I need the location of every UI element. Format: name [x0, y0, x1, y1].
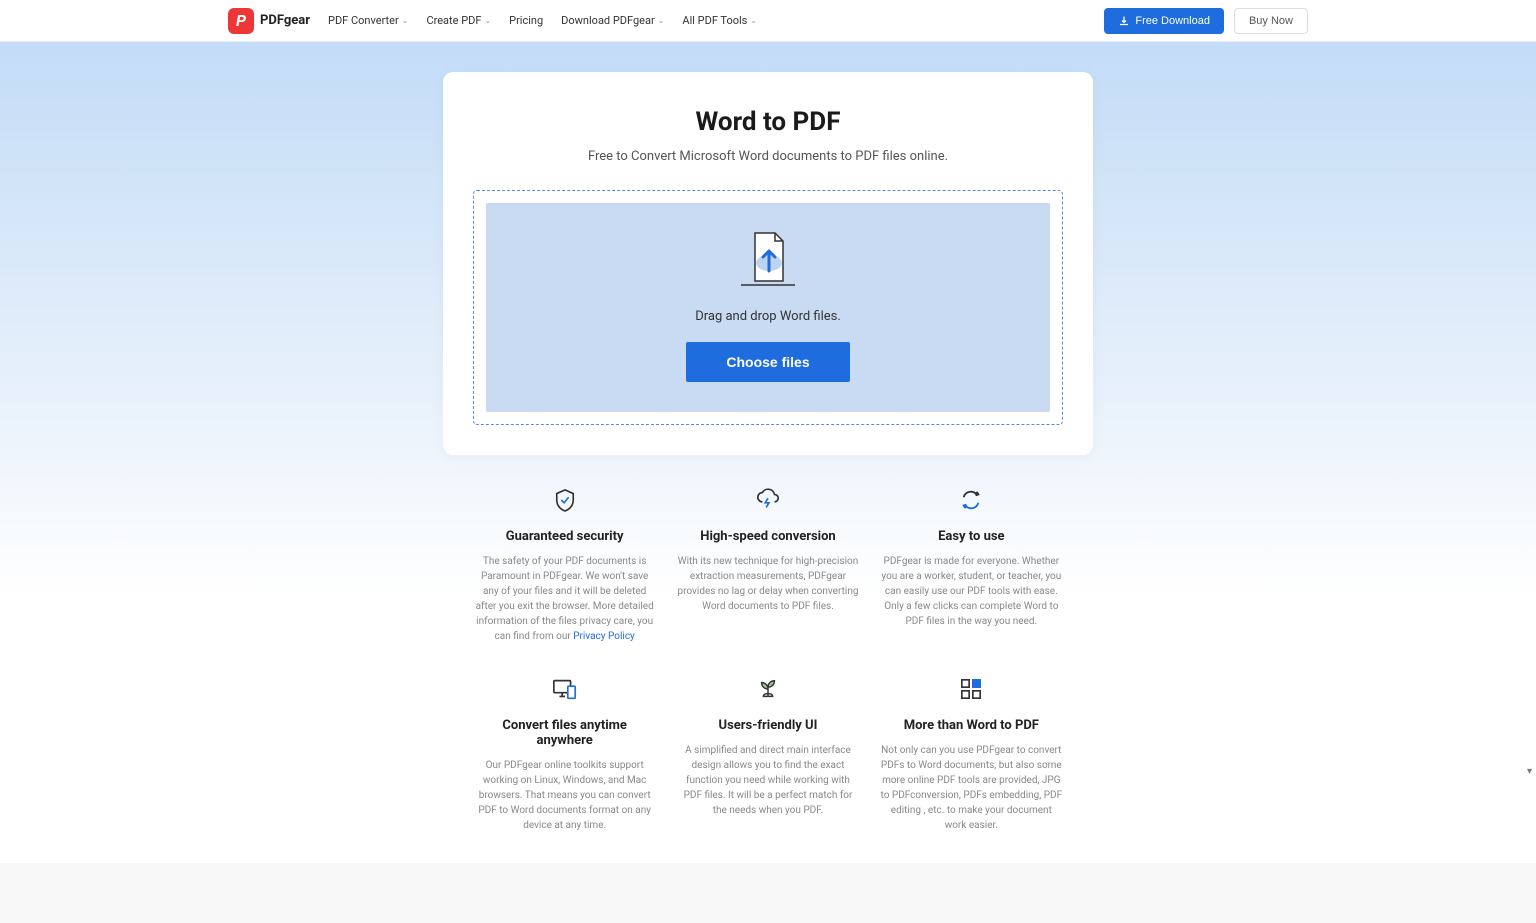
- logo-icon: P: [228, 8, 254, 34]
- button-label: Free Download: [1135, 15, 1210, 27]
- feature-more: More than Word to PDF Not only can you u…: [880, 674, 1063, 833]
- privacy-policy-link[interactable]: Privacy Policy: [573, 631, 635, 642]
- feature-title: Users-friendly UI: [676, 718, 859, 733]
- feature-title: Easy to use: [880, 529, 1063, 544]
- header-inner: P PDFgear PDF Converter ⌄ Create PDF ⌄ P…: [218, 8, 1318, 34]
- chevron-down-icon: ⌄: [402, 16, 409, 25]
- page-subtitle: Free to Convert Microsoft Word documents…: [473, 149, 1063, 164]
- nav-label: All PDF Tools: [682, 14, 747, 27]
- header-left: P PDFgear PDF Converter ⌄ Create PDF ⌄ P…: [228, 8, 757, 34]
- feature-ui: Users-friendly UI A simplified and direc…: [676, 674, 859, 833]
- nav-label: Download PDFgear: [561, 14, 655, 27]
- dropzone-inner: Drag and drop Word files. Choose files: [486, 203, 1050, 412]
- feature-speed: High-speed conversion With its new techn…: [676, 485, 859, 644]
- plant-icon: [676, 674, 859, 704]
- nav-label: Pricing: [509, 14, 543, 27]
- feature-description: PDFgear is made for everyone. Whether yo…: [880, 554, 1063, 629]
- shield-icon: [473, 485, 656, 515]
- feature-easy: Easy to use PDFgear is made for everyone…: [880, 485, 1063, 644]
- feature-title: Convert files anytime anywhere: [473, 718, 656, 748]
- nav-create-pdf[interactable]: Create PDF ⌄: [426, 14, 491, 27]
- nav-pdf-converter[interactable]: PDF Converter ⌄: [328, 14, 408, 27]
- dropzone[interactable]: Drag and drop Word files. Choose files: [473, 190, 1063, 425]
- features-grid: Guaranteed security The safety of your P…: [443, 485, 1093, 833]
- feature-description: Not only can you use PDFgear to convert …: [880, 743, 1063, 833]
- nav-pricing[interactable]: Pricing: [509, 14, 543, 27]
- logo[interactable]: P PDFgear: [228, 8, 310, 34]
- feature-anywhere: Convert files anytime anywhere Our PDFge…: [473, 674, 656, 833]
- scroll-down-indicator[interactable]: ▾: [1527, 766, 1532, 777]
- feature-description: A simplified and direct main interface d…: [676, 743, 859, 818]
- download-icon: [1118, 15, 1130, 27]
- feature-description: With its new technique for high-precisio…: [676, 554, 859, 614]
- refresh-icon: [880, 485, 1063, 515]
- free-download-button[interactable]: Free Download: [1104, 8, 1224, 34]
- feature-title: Guaranteed security: [473, 529, 656, 544]
- devices-icon: [473, 674, 656, 704]
- header: P PDFgear PDF Converter ⌄ Create PDF ⌄ P…: [0, 0, 1536, 42]
- drop-instruction: Drag and drop Word files.: [695, 309, 841, 324]
- choose-files-button[interactable]: Choose files: [686, 342, 849, 382]
- nav-label: PDF Converter: [328, 14, 399, 27]
- chevron-down-icon: ⌄: [750, 16, 757, 25]
- button-label: Buy Now: [1249, 15, 1293, 27]
- grid-icon: [880, 674, 1063, 704]
- feature-description: Our PDFgear online toolkits support work…: [473, 758, 656, 833]
- logo-text: PDFgear: [260, 13, 310, 28]
- feature-title: More than Word to PDF: [880, 718, 1063, 733]
- footer-area: [0, 863, 1536, 923]
- converter-card: Word to PDF Free to Convert Microsoft Wo…: [443, 72, 1093, 455]
- nav-download-pdfgear[interactable]: Download PDFgear ⌄: [561, 14, 664, 27]
- hero-section: Word to PDF Free to Convert Microsoft Wo…: [0, 42, 1536, 833]
- chevron-down-icon: ⌄: [484, 16, 491, 25]
- upload-icon: [733, 231, 803, 291]
- feature-title: High-speed conversion: [676, 529, 859, 544]
- feature-description: The safety of your PDF documents is Para…: [473, 554, 656, 644]
- bolt-cloud-icon: [676, 485, 859, 515]
- page-title: Word to PDF: [473, 107, 1063, 137]
- main-nav: PDF Converter ⌄ Create PDF ⌄ Pricing Dow…: [328, 14, 757, 27]
- buy-now-button[interactable]: Buy Now: [1234, 8, 1308, 34]
- chevron-down-icon: ⌄: [658, 16, 665, 25]
- nav-label: Create PDF: [426, 14, 481, 27]
- nav-all-pdf-tools[interactable]: All PDF Tools ⌄: [682, 14, 757, 27]
- header-right: Free Download Buy Now: [1104, 8, 1308, 34]
- feature-security: Guaranteed security The safety of your P…: [473, 485, 656, 644]
- button-label: Choose files: [726, 354, 809, 370]
